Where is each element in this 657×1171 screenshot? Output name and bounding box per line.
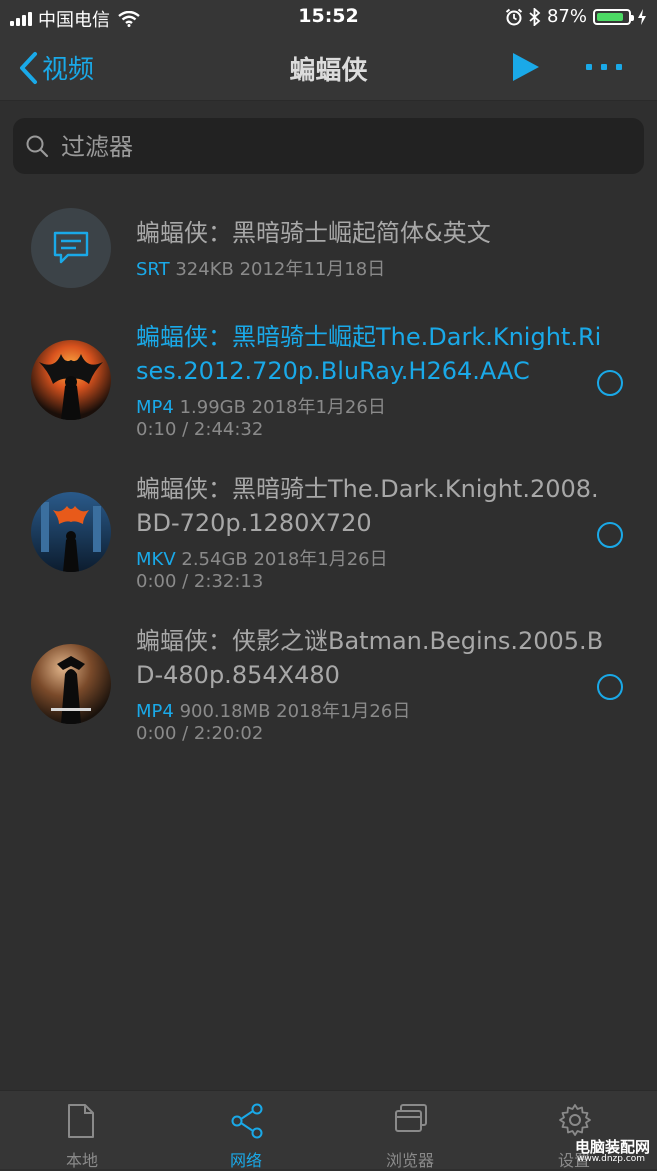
more-options-button[interactable] [586,64,622,70]
filter-bar [13,118,644,174]
select-radio[interactable] [597,522,623,548]
playback-progress: 0:00 / 2:32:13 [136,571,264,592]
list-item[interactable]: 蝙蝠侠：黑暗骑士崛起简体&英文 SRT 324KB 2012年11月18日 [0,200,657,300]
video-thumbnail [31,340,111,420]
item-title: 蝙蝠侠：黑暗骑士崛起The.Dark.Knight.Rises.2012.720… [136,323,602,385]
item-meta: MKV 2.54GB 2018年1月26日 [136,545,388,571]
tab-local[interactable]: 本地 [22,1091,142,1170]
filter-input[interactable] [59,126,633,168]
format-badge: MP4 [136,701,174,722]
poster-image [31,644,111,724]
format-badge: MP4 [136,397,174,418]
gear-icon [559,1104,591,1136]
format-badge: MKV [136,549,176,570]
battery-percent: 87% [546,6,587,27]
file-info: 324KB 2012年11月18日 [169,259,386,280]
charging-icon [638,8,646,25]
list-item[interactable]: 蝙蝠侠：侠影之谜Batman.Begins.2005.BD-480p.854X4… [0,622,657,752]
video-thumbnail [31,644,111,724]
bluetooth-icon [529,7,541,26]
poster-image [31,492,111,572]
tab-label: 本地 [65,1151,98,1170]
subtitle-thumbnail [31,208,111,288]
status-right: 87% [505,6,647,27]
file-info: 900.18MB 2018年1月26日 [173,701,411,722]
navigation-bar: 视频 蝙蝠侠 [0,34,657,101]
item-title: 蝙蝠侠：黑暗骑士崛起简体&英文 [136,219,491,247]
status-bar: 中国电信 15:52 87% [0,0,657,34]
format-badge: SRT [136,259,170,280]
alarm-icon [505,8,523,25]
item-title: 蝙蝠侠：黑暗骑士The.Dark.Knight.2008.BD-720p.128… [136,475,599,537]
list-item[interactable]: 蝙蝠侠：黑暗骑士The.Dark.Knight.2008.BD-720p.128… [0,470,657,600]
tab-bar: 本地 网络 浏览器 设置 [0,1090,657,1170]
browser-icon [395,1104,427,1132]
file-info: 1.99GB 2018年1月26日 [173,397,386,418]
select-radio[interactable] [597,370,623,396]
video-thumbnail [31,492,111,572]
file-info: 2.54GB 2018年1月26日 [175,549,388,570]
watermark-url: www.dnzp.com [577,1154,646,1164]
tab-label: 网络 [229,1151,262,1170]
playback-progress: 0:10 / 2:44:32 [136,419,264,440]
tab-browser[interactable]: 浏览器 [350,1091,470,1170]
subtitle-icon [53,231,89,264]
document-icon [68,1104,94,1138]
page-title: 蝙蝠侠 [289,56,368,86]
list-item[interactable]: 蝙蝠侠：黑暗骑士崛起The.Dark.Knight.Rises.2012.720… [0,318,657,448]
item-meta: SRT 324KB 2012年11月18日 [136,255,385,281]
item-meta: MP4 900.18MB 2018年1月26日 [136,697,410,723]
search-icon [26,135,49,158]
tab-label: 浏览器 [385,1151,434,1170]
poster-image [31,340,111,420]
tab-network[interactable]: 网络 [186,1091,306,1170]
share-icon [231,1103,263,1139]
play-button[interactable] [512,52,540,82]
select-radio[interactable] [597,674,623,700]
item-meta: MP4 1.99GB 2018年1月26日 [136,393,386,419]
item-title: 蝙蝠侠：侠影之谜Batman.Begins.2005.BD-480p.854X4… [136,627,604,689]
playback-progress: 0:00 / 2:20:02 [136,723,264,744]
battery-icon [593,8,634,25]
